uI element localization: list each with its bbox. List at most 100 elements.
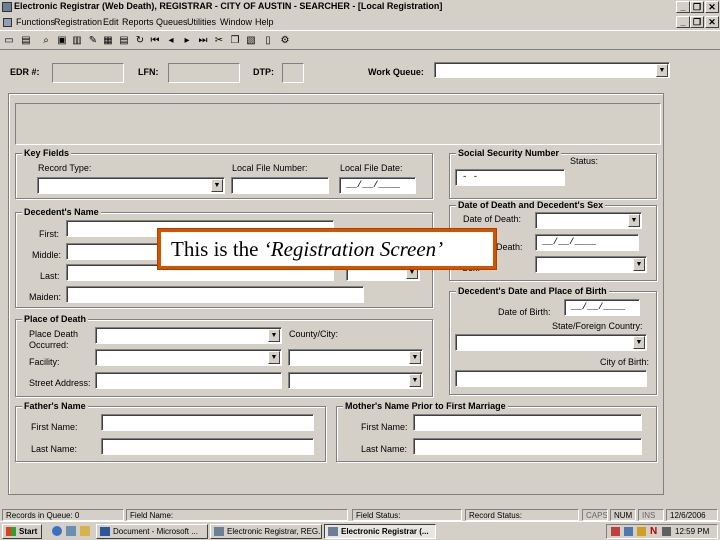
record-type-select[interactable]: ▼ [37,177,225,194]
chevron-down-icon[interactable]: ▼ [211,179,223,192]
taskbar-item-document[interactable]: Document - Microsoft ... [96,524,208,539]
date-of-birth-input[interactable]: __/__/____ [564,299,640,316]
dtp-field [282,63,304,83]
work-queue-select[interactable]: ▼ [434,62,670,78]
edit-icon[interactable]: ✎ [87,34,99,47]
last-record-icon[interactable]: ⏭ [197,34,209,47]
tray-volume-icon[interactable] [662,527,671,536]
preview-icon[interactable]: ▦ [102,34,114,47]
state-country-select[interactable]: ▼ [455,334,647,351]
ssn-input[interactable]: - - [455,169,565,186]
minimize-button[interactable]: _ [676,1,690,13]
record-status: Record Status: [465,509,579,521]
state-country-label: State/Foreign Country: [552,321,643,331]
menu-reports[interactable]: Reports [122,17,154,27]
place-occurred-label: Place Death Occurred: [29,329,79,350]
callout-prefix: This is the [171,237,259,261]
edr-field [52,63,124,83]
app-icon [328,527,338,536]
chevron-down-icon[interactable]: ▼ [409,351,421,364]
document-icon[interactable] [3,18,12,27]
child-close-button[interactable]: ✕ [705,16,719,28]
window-title: Electronic Registrar (Web Death), REGIST… [14,1,443,11]
ins-indicator: INS [638,509,664,521]
place-occurred-select[interactable]: ▼ [95,327,282,344]
father-first-label: First Name: [31,422,78,432]
ssn-title: Social Security Number [456,148,562,158]
child-minimize-button[interactable]: _ [676,16,690,28]
middle-name-label: Middle: [32,250,62,260]
chevron-down-icon[interactable]: ▼ [268,351,280,364]
start-button[interactable]: Start [2,524,42,539]
mother-first-label: First Name: [361,422,408,432]
dob-mask: __/__/____ [571,302,626,312]
chevron-down-icon[interactable]: ▼ [633,336,645,349]
print-preview-icon[interactable]: ▤ [118,34,130,47]
quick-launch-ie-icon[interactable] [52,526,62,536]
tools-icon[interactable]: ⚙ [279,34,291,47]
book-icon[interactable]: ▯ [262,34,274,47]
street-address-label: Street Address: [29,378,91,388]
open-icon[interactable]: ▤ [20,34,32,47]
date-of-death-select[interactable]: ▼ [535,212,642,229]
close-button[interactable]: ✕ [705,1,719,13]
new-record-icon[interactable]: ▭ [3,34,15,47]
field-name-status: Field Name: [126,509,348,521]
date-mask: __/__/____ [346,180,401,190]
local-file-date-input[interactable]: __/__/____ [339,177,416,194]
save-icon[interactable]: ▣ [56,34,68,47]
taskbar-item-registrar[interactable]: Electronic Registrar (... [324,524,436,539]
county-city-select[interactable]: ▼ [288,349,423,366]
death-date-input[interactable]: __/__/____ [535,234,639,251]
quick-launch-desktop-icon[interactable] [66,526,76,536]
first-record-icon[interactable]: ⏮ [149,34,161,47]
menu-edit[interactable]: Edit [103,17,119,27]
place-of-death-title: Place of Death [22,314,89,324]
print-icon[interactable]: ▥ [71,34,83,47]
menu-queues[interactable]: Queues [156,17,188,27]
menu-utilities[interactable]: Utilities [187,17,216,27]
app-icon[interactable] [2,2,12,12]
chevron-down-icon[interactable]: ▼ [409,374,421,387]
cut-icon[interactable]: ✂ [213,34,225,47]
tray-network-icon[interactable] [624,527,633,536]
facility-select[interactable]: ▼ [95,349,282,366]
father-last-input[interactable] [101,438,314,455]
menu-window[interactable]: Window [220,17,252,27]
local-file-number-input[interactable] [231,177,329,194]
mother-last-input[interactable] [413,438,642,455]
paste-icon[interactable]: ▧ [245,34,257,47]
mother-first-input[interactable] [413,414,642,431]
menu-help[interactable]: Help [255,17,274,27]
father-first-input[interactable] [101,414,314,431]
city-of-birth-input[interactable] [455,370,647,387]
caps-indicator: CAPS [582,509,608,521]
tray-antivirus-icon[interactable] [637,527,646,536]
chevron-down-icon[interactable]: ▼ [268,329,280,342]
copy-icon[interactable]: ❐ [229,34,241,47]
county-city-label: County/City: [289,329,339,339]
sex-select[interactable]: ▼ [535,256,647,273]
taskbar-clock: 12:59 PM [675,527,710,536]
chevron-down-icon[interactable]: ▼ [628,214,640,227]
address-county-select[interactable]: ▼ [288,372,423,389]
field-status: Field Status: [352,509,462,521]
system-tray: N 12:59 PM [606,524,718,539]
tray-shield-icon[interactable] [611,527,620,536]
refresh-icon[interactable]: ↻ [134,34,146,47]
chevron-down-icon[interactable]: ▼ [656,64,668,77]
quick-launch-outlook-icon[interactable] [80,526,90,536]
father-last-label: Last Name: [31,444,78,454]
restore-button[interactable]: ❐ [690,1,704,13]
next-record-icon[interactable]: ▸ [181,34,193,47]
menu-functions[interactable]: Functions [16,17,55,27]
child-restore-button[interactable]: ❐ [690,16,704,28]
street-address-input[interactable] [95,372,282,389]
taskbar-item-registrar-reg[interactable]: Electronic Registrar, REG... [210,524,322,539]
find-icon[interactable]: ⌕ [40,34,52,47]
maiden-name-input[interactable] [66,286,364,303]
tray-norton-icon[interactable]: N [650,526,657,537]
previous-record-icon[interactable]: ◂ [165,34,177,47]
menu-registration[interactable]: Registration [54,17,102,27]
chevron-down-icon[interactable]: ▼ [633,258,645,271]
